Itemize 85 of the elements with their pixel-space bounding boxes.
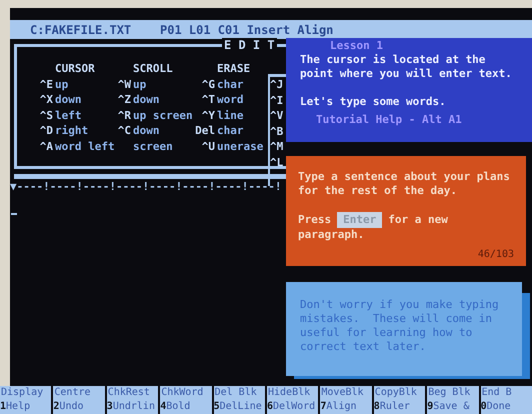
function-key-label: Centre xyxy=(53,386,92,400)
command-label: unerase xyxy=(217,138,264,154)
shortcut-key: ^M xyxy=(270,139,286,154)
tutorial-text: for a new xyxy=(388,213,448,227)
shortcut-key: ^S xyxy=(27,108,53,123)
shortcut-key: ^G xyxy=(189,76,215,92)
shortcut-key: ^L xyxy=(270,154,286,170)
function-key-number: 3 xyxy=(106,400,113,414)
command-label: right xyxy=(55,123,88,138)
function-key-label: DelWord xyxy=(273,400,316,414)
command-label: down xyxy=(133,92,160,108)
function-key-label: DelLine xyxy=(220,400,262,414)
enter-key: Enter xyxy=(337,212,382,228)
command-label: char xyxy=(217,123,244,138)
command-label: screen xyxy=(133,138,173,154)
page-counter: 46/103 xyxy=(478,248,514,262)
tutorial-text: Let's type some words. xyxy=(300,95,447,109)
tutorial-text: for the rest of the day. xyxy=(298,184,458,198)
function-key-label: CopyBlk xyxy=(374,386,418,400)
function-key-number: 4 xyxy=(160,400,166,414)
function-key-label: Bold xyxy=(166,400,190,414)
command-label: left xyxy=(55,108,82,123)
shortcut-key: ^R xyxy=(105,108,131,123)
function-key-label: Display xyxy=(0,386,44,400)
command-label: line xyxy=(217,108,244,123)
function-key-label: Help xyxy=(6,400,30,414)
lesson-heading: Lesson 1 xyxy=(329,38,384,53)
function-key-label: Undrlin xyxy=(112,400,155,414)
command-label: word left xyxy=(55,138,115,154)
shortcut-key: ^B xyxy=(270,124,286,139)
command-label: up xyxy=(133,76,146,92)
shortcut-key: ^X xyxy=(27,92,53,108)
function-key-label: Done xyxy=(486,400,511,414)
function-key-number: 0 xyxy=(480,400,487,414)
function-key-label: ChkWord xyxy=(160,386,204,400)
command-label: char xyxy=(217,76,244,92)
tutorial-text: mistakes. These will come in xyxy=(300,312,494,326)
function-key-number: 7 xyxy=(320,400,326,414)
shortcut-key: ^U xyxy=(189,138,215,154)
function-key-label: Beg Blk xyxy=(427,386,472,400)
function-key-number: 2 xyxy=(53,400,60,414)
function-key-label: MoveBlk xyxy=(320,386,365,400)
command-label: word xyxy=(217,92,244,108)
command-label: up xyxy=(55,76,68,92)
file-name: C:FAKEFILE.TXT xyxy=(30,22,132,38)
column-heading: CURSOR xyxy=(55,61,96,76)
shortcut-key: ^Z xyxy=(105,92,131,108)
function-key-number: 6 xyxy=(267,400,274,414)
status-text: P01 L01 C01 Insert Align xyxy=(160,22,334,38)
shortcut-key: ^C xyxy=(105,123,131,138)
function-key-label: End B xyxy=(480,386,513,400)
help-hint: Tutorial Help - Alt A1 xyxy=(315,113,463,127)
shortcut-key: ^E xyxy=(27,76,53,92)
shortcut-key: ^A xyxy=(27,138,53,154)
column-heading: SCROLL xyxy=(133,61,174,76)
shortcut-key: ^I xyxy=(270,92,286,108)
function-key-label: Del Blk xyxy=(214,386,258,400)
function-key-label: Save & xyxy=(433,400,470,414)
tutorial-text: useful for learning how to xyxy=(300,326,474,340)
shortcut-key: Del xyxy=(189,123,215,138)
function-key-label: ChkRest xyxy=(106,386,151,400)
column-heading: ERASE xyxy=(217,61,252,76)
command-label: down xyxy=(133,123,160,138)
function-key-number: 5 xyxy=(214,400,220,414)
tutorial-text: paragraph. xyxy=(298,228,366,242)
ruler: ▼----!----!----!----!----!----!----!----! xyxy=(10,180,282,194)
function-key-label: Ruler xyxy=(380,400,410,414)
function-key-label: Align xyxy=(326,400,357,414)
text-cursor xyxy=(11,213,17,215)
function-key-label: HideBlk xyxy=(267,386,312,400)
tutorial-text: Press xyxy=(298,213,332,227)
tutorial-text: Type a sentence about your plans xyxy=(298,170,511,184)
tutorial-text: correct text later. xyxy=(300,340,427,354)
shortcut-key: ^W xyxy=(105,76,131,92)
function-key-number: 9 xyxy=(427,400,434,414)
tutorial-text: Don't worry if you make typing xyxy=(300,298,500,312)
function-key-label: Undo xyxy=(59,400,84,414)
function-key-number: 1 xyxy=(0,400,6,414)
shortcut-key: ^V xyxy=(270,108,286,124)
shortcut-key: ^T xyxy=(189,92,215,108)
command-label: down xyxy=(55,92,82,108)
function-key-number: 8 xyxy=(374,400,380,414)
tutorial-text: The cursor is located at the point where you will enter text. xyxy=(300,53,513,81)
shortcut-key: ^D xyxy=(27,123,53,138)
shortcut-key: ^J xyxy=(270,77,286,92)
